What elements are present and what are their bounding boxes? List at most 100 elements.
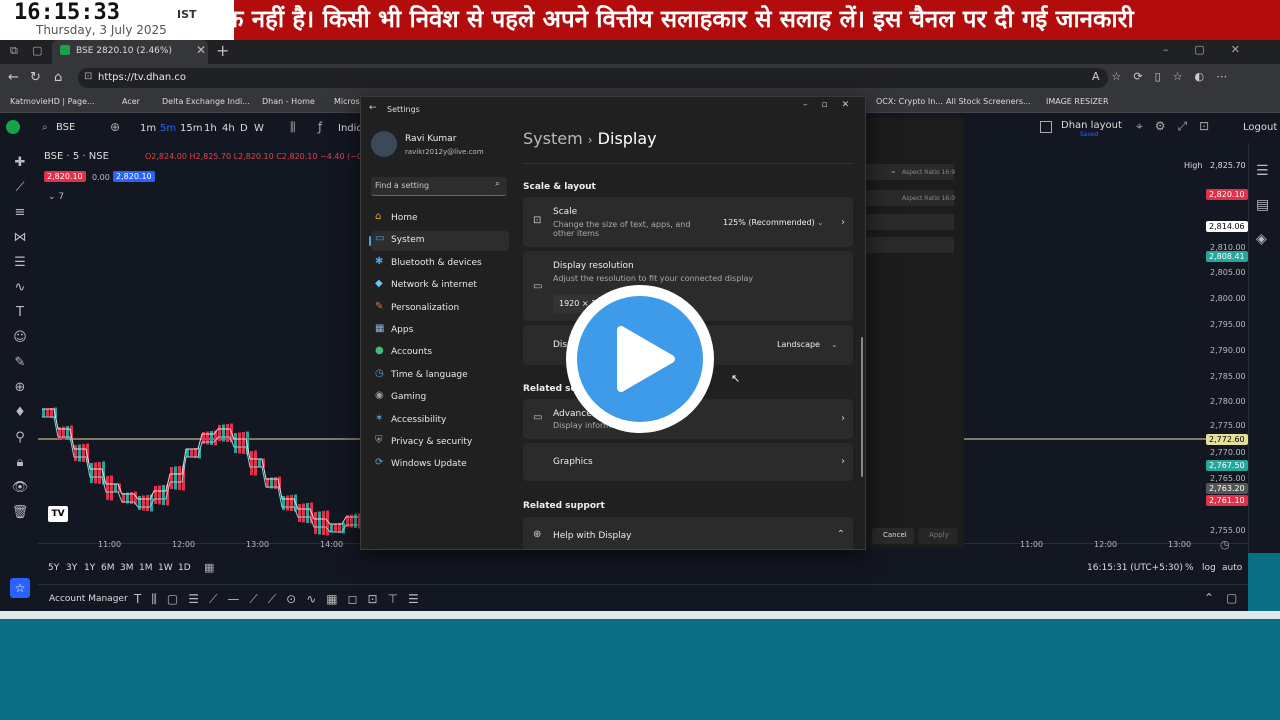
right-sidebar-icons[interactable]: ☰ ▤ ◈ [1256, 154, 1269, 256]
window-controls[interactable]: –▢✕ [1163, 43, 1266, 56]
nav-item[interactable]: ✶ Accessibility [371, 411, 509, 431]
nav-item[interactable]: ◉ Gaming [371, 388, 509, 408]
tf-w[interactable]: W [254, 123, 264, 134]
account-manager-button[interactable]: Account Manager [49, 594, 128, 604]
layout-checkbox-icon[interactable] [1040, 121, 1052, 133]
range-3y[interactable]: 3Y [66, 563, 77, 573]
symbol-label[interactable]: BSE [56, 122, 75, 133]
clock-overlay: 16:15:33 IST Thursday, 3 July 2025 [0, 0, 234, 40]
tab-actions-icon[interactable]: ▢ [32, 44, 42, 57]
tf-1h[interactable]: 1h [204, 123, 217, 134]
goto-date-icon[interactable]: ◷ [1220, 538, 1230, 551]
tf-d[interactable]: D [240, 123, 248, 134]
help-with-display-row[interactable]: ⊕ Help with Display ⌃ [523, 517, 853, 549]
lock-icon[interactable]: ⊡ [84, 71, 92, 82]
candle [114, 484, 117, 492]
bg-field-4[interactable] [864, 237, 954, 253]
bookmark-7[interactable]: All Stock Screeners... [946, 97, 1031, 106]
scale-dropdown[interactable]: 125% (Recommended) [723, 218, 815, 227]
auto-toggle[interactable]: auto [1222, 563, 1242, 573]
log-toggle[interactable]: log [1202, 563, 1216, 573]
compare-icon[interactable]: ⊕ [110, 120, 120, 134]
bookmark-3[interactable]: Delta Exchange Indi... [162, 97, 250, 106]
bg-field-3[interactable] [864, 214, 954, 230]
candle [242, 432, 245, 454]
indicator-count[interactable]: ⌄ 7 [48, 192, 64, 202]
tf-15m[interactable]: 15m [180, 123, 202, 134]
layout-name[interactable]: Dhan layout [1061, 120, 1122, 131]
tf-4h[interactable]: 4h [222, 123, 235, 134]
search-icon[interactable]: ⌕ [495, 179, 500, 189]
nav-item[interactable]: ⛨ Privacy & security [371, 433, 509, 453]
candle [146, 495, 149, 511]
range-1y[interactable]: 1Y [84, 563, 95, 573]
candle [78, 444, 81, 462]
panel-toggle-icons[interactable]: ⌃▢ [1204, 591, 1249, 605]
bookmark-6[interactable]: OCX: Crypto In... [876, 97, 943, 106]
bookmark-1[interactable]: KatmovieHD | Page... [10, 97, 95, 106]
chart-clock[interactable]: 16:15:31 (UTC+5:30) [1087, 563, 1183, 573]
bookmark-2[interactable]: Acer [122, 97, 140, 106]
nav-item[interactable]: ✱ Bluetooth & devices [371, 254, 509, 274]
workspaces-icon[interactable]: ⧉ [10, 44, 18, 58]
range-1m[interactable]: 1M [139, 563, 153, 573]
graphics-row[interactable]: Graphics › [523, 443, 853, 481]
date-range-icon[interactable]: ▦ [204, 561, 214, 574]
bookmark-8[interactable]: IMAGE RESIZER [1046, 97, 1109, 106]
logout-button[interactable]: Logout [1243, 122, 1277, 133]
new-tab-icon[interactable]: + [216, 41, 229, 60]
symbol-search-icon[interactable]: ⌕ [42, 122, 48, 133]
scale-chevron-icon[interactable]: › [841, 217, 845, 228]
scale-row[interactable]: ⊡ Scale Change the size of text, apps, a… [523, 197, 853, 247]
nav-item[interactable]: ◷ Time & language [371, 366, 509, 386]
legend-symbol[interactable]: BSE · 5 · NSE [44, 151, 109, 162]
tf-5m[interactable]: 5m [160, 123, 176, 134]
nav-item[interactable]: ◆ Network & internet [371, 276, 509, 296]
percent-toggle[interactable]: % [1185, 563, 1194, 573]
breadcrumb-parent[interactable]: System [523, 129, 583, 148]
reload-icon[interactable]: ↻ [30, 70, 41, 85]
url-field[interactable] [78, 68, 1108, 88]
nav-item[interactable]: ✎ Personalization [371, 299, 509, 319]
page-title: Display [597, 129, 657, 148]
orientation-dropdown[interactable]: Landscape [777, 340, 820, 349]
candle-type-icon[interactable]: ⫼ [290, 120, 296, 135]
graphics-chevron-icon[interactable]: › [841, 456, 845, 467]
tab-close-icon[interactable]: ✕ [196, 43, 206, 57]
settings-scrollbar[interactable] [861, 337, 863, 477]
bid-price[interactable]: 2,820.10 [44, 171, 86, 182]
home-icon[interactable]: ⌂ [54, 70, 62, 85]
time-tick: 14:00 [320, 540, 344, 549]
range-5y[interactable]: 5Y [48, 563, 59, 573]
tf-1m[interactable]: 1m [140, 123, 156, 134]
nav-item[interactable]: ⟳ Windows Update [371, 455, 509, 475]
settings-window-controls[interactable]: –▫✕ [803, 100, 863, 110]
nav-item[interactable]: ▭ System [369, 231, 509, 252]
indicators-icon[interactable]: ƒ [318, 120, 322, 134]
range-1w[interactable]: 1W [158, 563, 173, 573]
nav-item[interactable]: ● Accounts [371, 343, 509, 363]
back-icon[interactable]: ← [8, 70, 19, 85]
play-button-fill[interactable] [577, 296, 703, 422]
bottom-drawing-icons[interactable]: T⫼▢☰⟋—⟋⟋⊙∿▦◻⊡⊤☰ [134, 592, 429, 607]
toolbar-right-icons[interactable]: ⌖⚙⤢⊡ [1136, 119, 1221, 134]
favorites-star-icon[interactable]: ☆ [10, 578, 30, 598]
nav-item[interactable]: ▦ Apps [371, 321, 509, 341]
drawing-tool-icons[interactable]: ✚ ⟋ ≡ ⋈ ☰ ∿ T ☺ ✎ ⊕ ♦ ⚲ 🔒︎ 👁︎ 🗑︎ [10, 150, 30, 525]
ask-price[interactable]: 2,820.10 [113, 171, 155, 182]
range-3m[interactable]: 3M [120, 563, 134, 573]
range-6m[interactable]: 6M [101, 563, 115, 573]
nav-item[interactable]: ⌂ Home [371, 209, 509, 229]
range-1d[interactable]: 1D [178, 563, 191, 573]
settings-back-icon[interactable]: ← [369, 103, 377, 113]
help-title: Help with Display [553, 531, 632, 541]
price-tick: 2,765.00 [1210, 474, 1246, 483]
divider [523, 163, 853, 164]
help-chevron-up-icon[interactable]: ⌃ [837, 529, 845, 540]
candle [190, 448, 193, 458]
toolbar-icons[interactable]: A☆⟳▯☆◐⋯ [1092, 70, 1239, 83]
advanced-chevron-icon[interactable]: › [841, 413, 845, 424]
monitor-icon: ▭ [533, 412, 543, 423]
bookmark-4[interactable]: Dhan - Home [262, 97, 315, 106]
avatar[interactable] [371, 131, 397, 157]
